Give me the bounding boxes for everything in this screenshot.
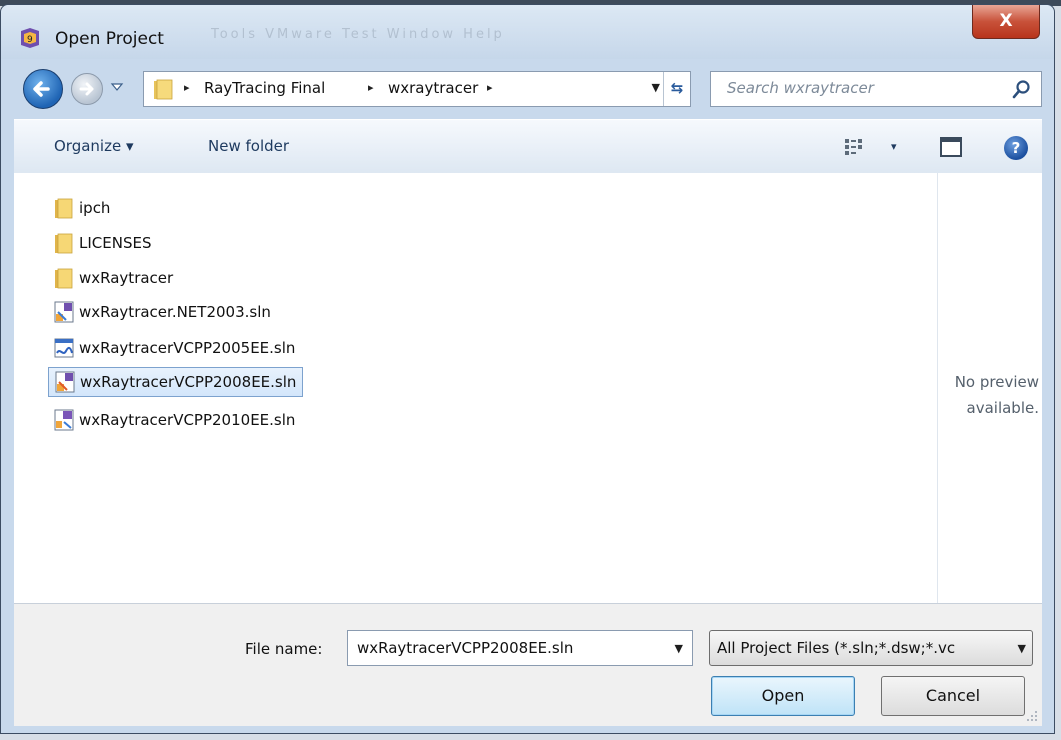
- svg-text:9: 9: [27, 35, 33, 45]
- content-area: ipch LICENSES wxRaytracer wxRaytracer.NE…: [14, 173, 1042, 603]
- file-type-dropdown-icon[interactable]: ▼: [1018, 642, 1026, 655]
- file-type-select[interactable]: All Project Files (*.sln;*.dsw;*.vc ▼: [709, 630, 1033, 666]
- background-menu-ghost: Tools VMware Test Window Help: [211, 27, 505, 42]
- view-options-icon[interactable]: [844, 138, 866, 156]
- forward-arrow-icon: [79, 82, 94, 96]
- file-name-field[interactable]: wxRaytracerVCPP2008EE.sln ▼: [347, 630, 693, 666]
- list-item-wxraytracer-folder[interactable]: wxRaytracer: [52, 263, 173, 293]
- preview-pane-icon[interactable]: [940, 137, 962, 157]
- list-item-vcpp2010-sln[interactable]: wxRaytracerVCPP2010EE.sln: [52, 405, 295, 435]
- view-dropdown-icon[interactable]: ▾: [891, 140, 897, 153]
- search-input[interactable]: Search wxraytracer: [710, 71, 1042, 107]
- address-dropdown-icon[interactable]: ▼: [652, 81, 660, 94]
- organize-button[interactable]: Organize ▾: [54, 137, 134, 155]
- file-name: wxRaytracerVCPP2005EE.sln: [79, 339, 296, 357]
- solution-file-icon: [54, 409, 74, 431]
- file-name: LICENSES: [79, 234, 152, 252]
- file-list[interactable]: ipch LICENSES wxRaytracer wxRaytracer.NE…: [14, 173, 937, 603]
- navigation-bar: ▸ RayTracing Final ▸ wxraytracer ▸ ▼ ⇆ S…: [1, 67, 1054, 113]
- file-name: wxRaytracerVCPP2008EE.sln: [80, 373, 297, 391]
- resize-grip-icon[interactable]: [1026, 710, 1038, 722]
- open-button[interactable]: Open: [711, 676, 855, 716]
- list-item-vcpp2005-sln[interactable]: wxRaytracerVCPP2005EE.sln: [52, 333, 295, 363]
- address-separator[interactable]: ▸: [487, 81, 493, 94]
- list-item-vcpp2008-sln[interactable]: wxRaytracerVCPP2008EE.sln: [48, 367, 304, 397]
- help-icon[interactable]: ?: [1004, 136, 1028, 160]
- file-name-value: wxRaytracerVCPP2008EE.sln: [357, 639, 574, 657]
- list-item-ipch[interactable]: ipch: [52, 193, 110, 223]
- preview-line-2: available.: [966, 399, 1039, 417]
- open-project-dialog: 9 Open Project Tools VMware Test Window …: [0, 4, 1055, 734]
- solution-file-icon: [54, 301, 74, 323]
- cancel-button[interactable]: Cancel: [881, 676, 1025, 716]
- list-item-licenses[interactable]: LICENSES: [52, 228, 151, 258]
- address-bar[interactable]: ▸ RayTracing Final ▸ wxraytracer ▸ ▼ ⇆: [143, 71, 691, 107]
- file-name-label: File name:: [245, 640, 323, 658]
- solution-file-icon: [55, 371, 75, 393]
- visual-studio-icon: 9: [21, 28, 39, 48]
- file-name: ipch: [79, 199, 111, 217]
- dialog-footer: File name: wxRaytracerVCPP2008EE.sln ▼ A…: [14, 603, 1042, 726]
- folder-icon: [55, 198, 73, 219]
- folder-icon: [55, 268, 73, 289]
- command-bar: Organize ▾ New folder ▾ ?: [14, 119, 1042, 175]
- dialog-title: Open Project: [55, 29, 164, 49]
- search-icon[interactable]: [1011, 78, 1033, 100]
- file-name-dropdown-icon[interactable]: ▼: [675, 642, 683, 655]
- search-placeholder: Search wxraytracer: [727, 79, 874, 97]
- preview-message: No preview available.: [938, 369, 1043, 421]
- list-item-net2003-sln[interactable]: wxRaytracer.NET2003.sln: [52, 297, 271, 327]
- breadcrumb-raytracing-final[interactable]: RayTracing Final: [204, 79, 325, 97]
- refresh-button[interactable]: ⇆: [663, 72, 690, 106]
- title-bar[interactable]: 9 Open Project Tools VMware Test Window …: [1, 5, 1054, 59]
- preview-line-1: No preview: [954, 373, 1039, 391]
- recent-locations-dropdown-icon[interactable]: [109, 79, 125, 95]
- file-name: wxRaytracerVCPP2010EE.sln: [79, 411, 296, 429]
- folder-icon: [154, 79, 173, 100]
- solution-file-icon: [54, 338, 74, 358]
- close-button[interactable]: X: [972, 5, 1040, 39]
- forward-button[interactable]: [71, 73, 103, 105]
- back-arrow-icon: [33, 81, 50, 97]
- back-button[interactable]: [23, 69, 63, 109]
- breadcrumb-wxraytracer[interactable]: wxraytracer: [388, 79, 478, 97]
- address-separator[interactable]: ▸: [368, 81, 374, 94]
- refresh-icon: ⇆: [670, 79, 684, 97]
- folder-icon: [55, 233, 73, 254]
- address-separator[interactable]: ▸: [184, 81, 190, 94]
- new-folder-button[interactable]: New folder: [208, 137, 289, 155]
- file-name: wxRaytracer.NET2003.sln: [79, 303, 271, 321]
- preview-pane: No preview available.: [937, 173, 1043, 603]
- file-name: wxRaytracer: [79, 269, 174, 287]
- file-type-value: All Project Files (*.sln;*.dsw;*.vc: [717, 639, 956, 657]
